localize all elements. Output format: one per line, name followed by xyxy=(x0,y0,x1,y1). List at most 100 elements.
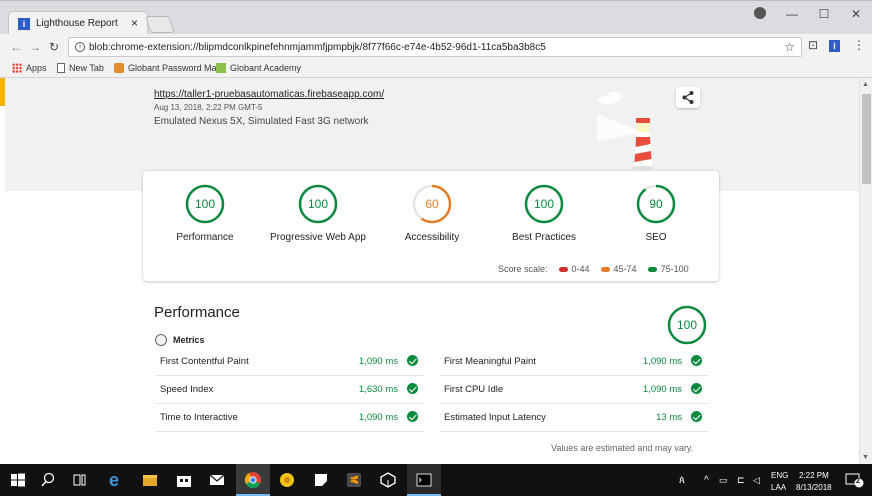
tab-title: Lighthouse Report xyxy=(36,18,118,29)
page-viewport: https://taller1-pruebasautomaticas.fireb… xyxy=(0,78,859,464)
keyboard-layout[interactable]: LAA xyxy=(771,483,786,492)
pass-check-icon xyxy=(691,355,702,366)
address-url[interactable]: blob:chrome-extension://blipmdconlkpinef… xyxy=(89,42,546,53)
page-scrollbar[interactable]: ▲ ▼ xyxy=(859,78,872,464)
pass-check-icon xyxy=(691,411,702,422)
scroll-up-icon[interactable]: ▲ xyxy=(862,81,869,88)
metrics-header: Metrics xyxy=(155,334,205,346)
gauge-label: Accessibility xyxy=(404,232,460,243)
gauge-value: 100 xyxy=(195,197,215,211)
bookmark-new-tab[interactable]: New Tab xyxy=(57,63,104,73)
volume-icon[interactable]: ◁ xyxy=(753,475,760,486)
pass-check-icon xyxy=(407,355,418,366)
metric-name: Estimated Input Latency xyxy=(444,412,546,423)
bookmark-globant-academy[interactable]: Globant Academy xyxy=(216,63,301,73)
chrome-icon xyxy=(244,472,261,489)
task-view-icon[interactable] xyxy=(70,470,90,490)
clock-time[interactable]: 2:22 PM xyxy=(799,471,829,480)
site-info-icon[interactable]: i xyxy=(75,42,85,52)
menu-kebab-icon[interactable]: ⋮ xyxy=(853,38,865,52)
title-bar: i Lighthouse Report × — ☐ ✕ xyxy=(0,0,872,36)
metric-value: 1,090 ms xyxy=(358,412,398,423)
globant-password-icon xyxy=(114,63,124,73)
performance-section-title: Performance xyxy=(154,304,240,321)
language-indicator[interactable]: ENG xyxy=(771,471,788,480)
report-environment: Emulated Nexus 5X, Simulated Fast 3G net… xyxy=(154,116,369,127)
clock-date[interactable]: 8/13/2018 xyxy=(796,483,832,492)
score-gauge-performance[interactable]: 100 Performance xyxy=(145,183,265,243)
gauge-label: Progressive Web App xyxy=(270,232,366,243)
gauge-label: Best Practices xyxy=(512,232,576,243)
gauge-ring: 100 xyxy=(524,184,564,224)
report-url-link[interactable]: https://taller1-pruebasautomaticas.fireb… xyxy=(154,89,384,100)
search-icon[interactable] xyxy=(38,470,58,490)
forward-arrow-icon[interactable]: → xyxy=(29,40,41,54)
bookmark-star-icon[interactable]: ☆ xyxy=(784,40,795,54)
address-bar[interactable]: i blob:chrome-extension://blipmdconlkpin… xyxy=(68,37,802,57)
tab-close-icon[interactable]: × xyxy=(131,16,138,30)
chrome-taskbar-button[interactable] xyxy=(236,464,270,496)
gauge-value: 60 xyxy=(425,197,439,211)
performance-score-gauge[interactable]: 100 xyxy=(666,304,708,351)
store-icon[interactable] xyxy=(174,470,194,490)
gauge-value: 90 xyxy=(649,197,663,211)
scroll-thumb[interactable] xyxy=(862,94,871,184)
edge-icon[interactable]: e xyxy=(104,470,124,490)
gauge-ring: 100 xyxy=(185,184,225,224)
gauge-ring: 90 xyxy=(636,184,676,224)
stopwatch-icon xyxy=(155,334,167,346)
share-button[interactable] xyxy=(676,87,700,108)
sublime-icon[interactable] xyxy=(344,470,364,490)
back-arrow-icon[interactable]: ← xyxy=(10,40,22,54)
metric-name: First Meaningful Paint xyxy=(444,356,536,367)
metric-value: 1,090 ms xyxy=(642,356,682,367)
score-scale: Score scale: 0-44 45-74 75-100 xyxy=(498,264,689,274)
profile-icon[interactable] xyxy=(754,7,766,19)
visual-studio-icon[interactable] xyxy=(378,470,398,490)
pass-check-icon xyxy=(407,411,418,422)
apps-grid-icon xyxy=(12,63,22,73)
share-icon xyxy=(682,91,694,104)
app-yellow-icon[interactable] xyxy=(277,470,297,490)
gauge-label: Performance xyxy=(176,232,234,243)
tray-chevron-icon[interactable]: ^ xyxy=(704,475,709,486)
bookmark-apps[interactable]: Apps xyxy=(12,63,47,73)
new-tab-button[interactable] xyxy=(145,16,175,33)
gauge-value: 100 xyxy=(534,197,554,211)
scores-summary-card: 100 Performance 100 Progressive Web App 60 Ac… xyxy=(143,171,719,281)
battery-icon[interactable]: ▭ xyxy=(719,475,728,486)
maximize-button[interactable]: ☐ xyxy=(808,7,840,21)
browser-toolbar: ← → ↻ i blob:chrome-extension://blipmdco… xyxy=(0,34,872,60)
close-window-button[interactable]: ✕ xyxy=(840,7,872,21)
windows-start-icon[interactable] xyxy=(8,470,28,490)
performance-score-value: 100 xyxy=(677,318,697,332)
metric-row: Speed Index 1,630 ms xyxy=(156,376,424,404)
metric-row: First CPU Idle 1,090 ms xyxy=(440,376,708,404)
tab-lighthouse-report[interactable]: i Lighthouse Report × xyxy=(8,11,148,36)
scroll-down-icon[interactable]: ▼ xyxy=(862,454,869,461)
notifications-button[interactable]: 2 xyxy=(844,471,864,489)
lighthouse-extension-icon[interactable]: i xyxy=(829,40,840,52)
metric-name: Speed Index xyxy=(160,384,214,395)
reload-icon[interactable]: ↻ xyxy=(49,40,59,54)
windows-taskbar: e ጰ ^ ▭ ⊏ ◁ ENG LAA 2:22 PM 8/13/2018 2 xyxy=(0,464,872,496)
people-icon[interactable]: ጰ xyxy=(679,475,685,486)
cast-icon[interactable]: ⊡ xyxy=(808,38,818,52)
metric-row: First Meaningful Paint 1,090 ms xyxy=(440,348,708,376)
pass-check-icon xyxy=(691,383,702,394)
bookmark-globant-password[interactable]: Globant Password Ma xyxy=(114,63,217,73)
metric-row: Time to Interactive 1,090 ms xyxy=(156,404,424,432)
file-explorer-icon[interactable] xyxy=(140,470,160,490)
mail-icon[interactable] xyxy=(207,470,227,490)
terminal-taskbar-button[interactable] xyxy=(407,464,441,496)
score-gauge-accessibility[interactable]: 60 Accessibility xyxy=(372,183,492,243)
minimize-button[interactable]: — xyxy=(776,7,808,21)
score-gauge-best-practices[interactable]: 100 Best Practices xyxy=(484,183,604,243)
gauge-ring: 100 xyxy=(298,184,338,224)
score-gauge-progressive-web-app[interactable]: 100 Progressive Web App xyxy=(258,183,378,243)
score-gauge-seo[interactable]: 90 SEO xyxy=(596,183,716,243)
pass-check-icon xyxy=(407,383,418,394)
estimate-note: Values are estimated and may vary. xyxy=(551,443,694,453)
network-icon[interactable]: ⊏ xyxy=(737,475,745,486)
notes-icon[interactable] xyxy=(311,470,331,490)
